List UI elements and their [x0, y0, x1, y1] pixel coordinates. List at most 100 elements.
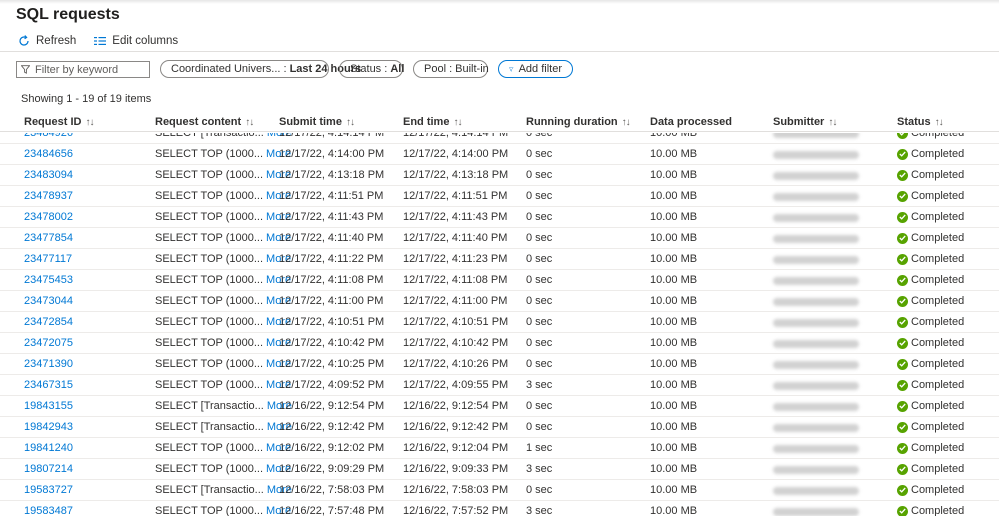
table-row[interactable]: 23467315 SELECT TOP (1000... More 12/17/22,… — [0, 375, 999, 396]
table-row[interactable]: 23483094 SELECT TOP (1000... More 12/17/22,… — [0, 165, 999, 186]
table-row[interactable]: 19842943 SELECT [Transactio... More 12/16/2… — [0, 417, 999, 438]
running-duration-cell: 3 sec — [526, 463, 553, 475]
table-row[interactable]: 23478937 SELECT TOP (1000... More 12/17/22,… — [0, 186, 999, 207]
table-row[interactable]: 23484926 SELECT [Transactio... More 12/17/2… — [0, 133, 999, 144]
status-text: Completed — [911, 358, 965, 370]
request-content-cell: SELECT TOP (1000... More — [155, 232, 291, 244]
column-header-submitter[interactable]: Submitter ↑↓ — [773, 116, 837, 128]
sort-icon[interactable]: ↑↓ — [346, 117, 355, 128]
status-cell: Completed — [897, 421, 964, 433]
table-row[interactable]: 23478002 SELECT TOP (1000... More 12/17/22,… — [0, 207, 999, 228]
request-content-text: SELECT [Transactio... — [155, 400, 264, 412]
submit-time-cell: 12/17/22, 4:11:40 PM — [279, 232, 384, 244]
data-processed-cell: 10.00 MB — [650, 295, 698, 307]
request-content-cell: SELECT [Transactio... More — [155, 421, 292, 433]
table-row[interactable]: 19583727 SELECT [Transactio... More 12/16/2… — [0, 480, 999, 501]
table-row[interactable]: 19807214 SELECT TOP (1000... More 12/16/22,… — [0, 459, 999, 480]
status-text: Completed — [911, 400, 965, 412]
column-header-submit-time[interactable]: Submit time ↑↓ — [279, 116, 355, 128]
request-id-link[interactable]: 23484656 — [24, 148, 73, 160]
data-processed-cell: 10.00 MB — [650, 211, 698, 223]
table-row[interactable]: 19841240 SELECT TOP (1000... More 12/16/22,… — [0, 438, 999, 459]
sort-icon[interactable]: ↑↓ — [622, 117, 631, 128]
end-time-cell: 12/17/22, 4:11:40 PM — [403, 232, 508, 244]
request-content-text: SELECT TOP (1000... — [155, 442, 264, 454]
request-id-link[interactable]: 23473044 — [24, 295, 73, 307]
column-header-label: Request content — [155, 116, 242, 128]
request-id-link[interactable]: 19843155 — [24, 400, 73, 412]
request-id-link[interactable]: 23484926 — [24, 133, 73, 139]
status-cell: Completed — [897, 505, 964, 516]
sort-icon[interactable]: ↑↓ — [245, 117, 254, 128]
table-row[interactable]: 19843155 SELECT [Transactio... More 12/16/2… — [0, 396, 999, 417]
top-shade — [0, 0, 999, 4]
request-id-link[interactable]: 19583487 — [24, 505, 73, 516]
request-id-link[interactable]: 23467315 — [24, 379, 73, 391]
data-processed-cell: 10.00 MB — [650, 421, 698, 433]
status-text: Completed — [911, 190, 965, 202]
table-row[interactable]: 23473044 SELECT TOP (1000... More 12/17/22,… — [0, 291, 999, 312]
request-id-link[interactable]: 23472075 — [24, 337, 73, 349]
table-row[interactable]: 23477854 SELECT TOP (1000... More 12/17/22,… — [0, 228, 999, 249]
status-filter-pill[interactable]: Status : All — [339, 60, 404, 78]
add-filter-button[interactable]: Add filter — [498, 60, 573, 78]
request-content-text: SELECT TOP (1000... — [155, 505, 264, 516]
column-header-running-duration[interactable]: Running duration ↑↓ — [526, 116, 631, 128]
request-id-link[interactable]: 23483094 — [24, 169, 73, 181]
table-row[interactable]: 23475453 SELECT TOP (1000... More 12/17/22,… — [0, 270, 999, 291]
column-header-data-processed[interactable]: Data processed — [650, 116, 732, 128]
table-body[interactable]: 23484926 SELECT [Transactio... More 12/17/2… — [0, 133, 999, 516]
column-header-request-content[interactable]: Request content ↑↓ — [155, 116, 254, 128]
request-id-link[interactable]: 23471390 — [24, 358, 73, 370]
table-row[interactable]: 23472854 SELECT TOP (1000... More 12/17/22,… — [0, 312, 999, 333]
submit-time-cell: 12/17/22, 4:11:00 PM — [279, 295, 384, 307]
running-duration-cell: 0 sec — [526, 484, 553, 496]
sort-icon[interactable]: ↑↓ — [453, 117, 462, 128]
request-id-link[interactable]: 23477117 — [24, 253, 72, 265]
request-id-link[interactable]: 19841240 — [24, 442, 73, 454]
running-duration-cell: 0 sec — [526, 253, 553, 265]
data-processed-cell: 10.00 MB — [650, 400, 698, 412]
request-id-link[interactable]: 23478937 — [24, 190, 73, 202]
submitter-redacted — [773, 256, 859, 264]
submitter-redacted — [773, 133, 859, 138]
sort-icon[interactable]: ↑↓ — [935, 117, 944, 128]
data-processed-cell: 10.00 MB — [650, 505, 698, 516]
request-id-link[interactable]: 23477854 — [24, 232, 73, 244]
request-id-link[interactable]: 19583727 — [24, 484, 73, 496]
request-content-text: SELECT TOP (1000... — [155, 379, 264, 391]
request-content-text: SELECT TOP (1000... — [155, 169, 264, 181]
table-row[interactable]: 23472075 SELECT TOP (1000... More 12/17/22,… — [0, 333, 999, 354]
request-content-cell: SELECT TOP (1000... More — [155, 337, 291, 349]
request-id-link[interactable]: 23472854 — [24, 316, 73, 328]
sort-icon[interactable]: ↑↓ — [828, 117, 837, 128]
pool-filter-pill[interactable]: Pool : Built-in — [413, 60, 489, 78]
table-row[interactable]: 23484656 SELECT TOP (1000... More 12/17/22,… — [0, 144, 999, 165]
edit-columns-button[interactable]: Edit columns — [94, 35, 178, 47]
column-header-end-time[interactable]: End time ↑↓ — [403, 116, 462, 128]
filter-keyword-input[interactable] — [35, 63, 143, 76]
table-row[interactable]: 19583487 SELECT TOP (1000... More 12/16/22,… — [0, 501, 999, 516]
sort-icon[interactable]: ↑↓ — [85, 117, 94, 128]
filter-search-box[interactable] — [16, 61, 150, 78]
end-time-cell: 12/16/22, 9:12:42 PM — [403, 421, 509, 433]
status-cell: Completed — [897, 133, 964, 139]
running-duration-cell: 0 sec — [526, 274, 553, 286]
end-time-cell: 12/16/22, 9:09:33 PM — [403, 463, 509, 475]
request-id-link[interactable]: 19842943 — [24, 421, 73, 433]
table-row[interactable]: 23477117 SELECT TOP (1000... More 12/17/22,… — [0, 249, 999, 270]
refresh-button[interactable]: Refresh — [18, 35, 76, 47]
time-filter-pill[interactable]: Coordinated Univers... : Last 24 hours — [160, 60, 361, 78]
status-cell: Completed — [897, 274, 964, 286]
request-content-cell: SELECT TOP (1000... More — [155, 169, 291, 181]
request-id-link[interactable]: 23475453 — [24, 274, 73, 286]
column-header-status[interactable]: Status ↑↓ — [897, 116, 944, 128]
check-circle-icon — [897, 253, 908, 265]
status-cell: Completed — [897, 211, 964, 223]
request-id-link[interactable]: 19807214 — [24, 463, 73, 475]
status-text: Completed — [911, 148, 965, 160]
request-id-link[interactable]: 23478002 — [24, 211, 73, 223]
column-header-request-id[interactable]: Request ID ↑↓ — [24, 116, 94, 128]
data-processed-cell: 10.00 MB — [650, 169, 698, 181]
table-row[interactable]: 23471390 SELECT TOP (1000... More 12/17/22,… — [0, 354, 999, 375]
